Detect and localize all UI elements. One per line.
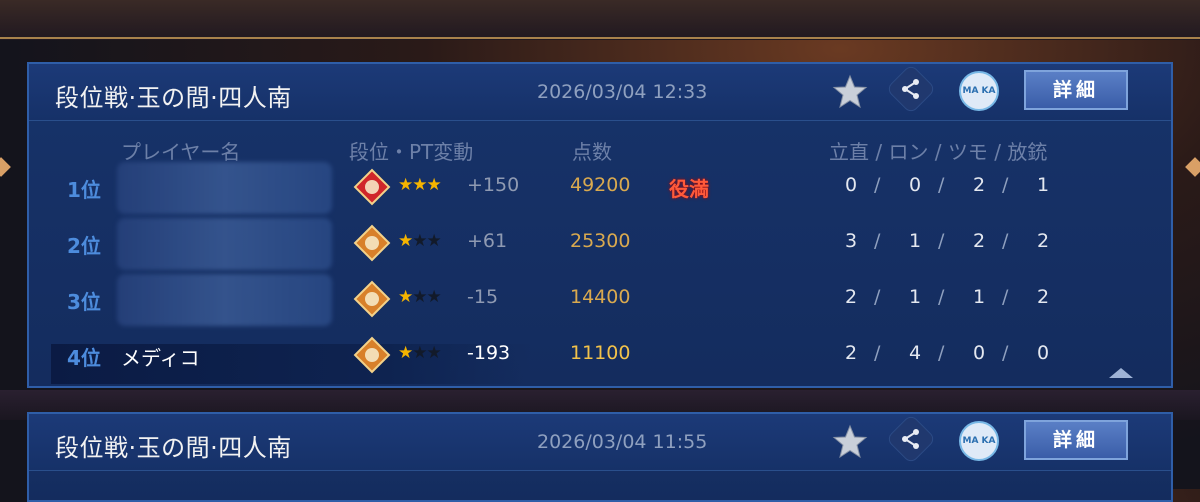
rank-label: 3位 — [67, 290, 101, 314]
decoration — [1185, 157, 1200, 177]
favorite-star-button[interactable] — [829, 421, 871, 463]
rank-stars: ★★★ — [398, 231, 442, 251]
rank-label: 4位 — [67, 346, 101, 370]
player-name-hidden — [117, 274, 332, 326]
rank-star-icon: ★ — [426, 343, 442, 363]
share-icon — [902, 79, 919, 99]
score: 11100 — [570, 342, 631, 364]
stat-deal_in: 2 — [1036, 286, 1050, 308]
rank-star-icon: ★ — [412, 231, 427, 251]
rank-star-icon: ★ — [412, 287, 427, 307]
match-datetime: 2026/03/04 11:55 — [537, 431, 708, 453]
yakuman-label: 役満 — [669, 177, 709, 201]
rank-star-icon: ★ — [412, 343, 427, 363]
maka-icon[interactable]: MA KA — [959, 421, 999, 461]
stat-separator: / — [938, 286, 945, 308]
column-rank-pt: 段位・PT変動 — [349, 140, 474, 164]
stat-riichi: 0 — [844, 174, 858, 196]
stat-riichi: 2 — [844, 286, 858, 308]
stat-deal_in: 1 — [1036, 174, 1050, 196]
rank-label: 1位 — [67, 178, 101, 202]
stat-riichi: 3 — [844, 230, 858, 252]
share-button[interactable] — [885, 63, 937, 115]
rank-stars: ★★★ — [398, 175, 442, 195]
stat-separator: / — [874, 174, 881, 196]
stat-ron: 0 — [908, 174, 922, 196]
result-row: 2位 ★★★ +61 25300 3 1 2 2// / — [29, 218, 1171, 270]
rank-star-icon: ★ — [412, 175, 427, 195]
rank-star-icon: ★ — [426, 175, 442, 195]
score: 14400 — [570, 286, 631, 308]
match-title: 段位戦·玉の間·四人南 — [55, 84, 292, 112]
maka-label: MA KA — [962, 85, 996, 96]
stat-separator: / — [874, 230, 881, 252]
rank-badge-icon — [353, 168, 391, 206]
column-stats: 立直 / ロン / ツモ / 放銃 — [829, 140, 1048, 164]
result-row: 3位 ★★★ -15 14400 2 1 1 2// / — [29, 274, 1171, 326]
result-row: 1位 ★★★ +150 49200 役満 0 0 2 1// / — [29, 162, 1171, 214]
detail-button[interactable]: 詳細 — [1024, 70, 1128, 110]
stat-deal_in: 2 — [1036, 230, 1050, 252]
rank-star-icon: ★ — [426, 231, 442, 251]
card-header: 段位戦·玉の間·四人南 2026/03/04 12:33 MA KA 詳細 — [29, 63, 1171, 121]
favorite-star-button[interactable] — [829, 71, 871, 113]
stat-tsumo: 0 — [972, 342, 986, 364]
stat-tsumo: 2 — [972, 230, 986, 252]
rank-star-icon: ★ — [398, 175, 413, 195]
rank-badge-icon — [353, 280, 391, 318]
player-name: メディコ — [121, 346, 200, 370]
rank-star-icon: ★ — [398, 287, 413, 307]
star-icon — [832, 424, 868, 459]
stat-separator: / — [1002, 286, 1009, 308]
column-player: プレイヤー名 — [121, 140, 241, 164]
background-top — [0, 0, 1200, 40]
stat-riichi: 2 — [844, 342, 858, 364]
stat-ron: 4 — [908, 342, 922, 364]
rank-stars: ★★★ — [398, 287, 442, 307]
stat-ron: 1 — [908, 286, 922, 308]
rank-badge-icon — [353, 336, 391, 374]
star-icon — [832, 74, 868, 109]
stat-tsumo: 2 — [972, 174, 986, 196]
score: 25300 — [570, 230, 631, 252]
player-name-hidden — [117, 162, 332, 214]
stat-separator: / — [938, 342, 945, 364]
pt-change: -193 — [467, 342, 511, 364]
card-header: 段位戦·玉の間·四人南 2026/03/04 11:55 MA KA 詳細 — [29, 413, 1171, 471]
score: 49200 — [570, 174, 631, 196]
match-card[interactable]: 段位戦·玉の間·四人南 2026/03/04 12:33 MA KA 詳細 プレ… — [27, 62, 1173, 388]
stat-separator: / — [1002, 174, 1009, 196]
decoration — [0, 157, 11, 177]
frame-border — [0, 37, 1200, 39]
share-button[interactable] — [885, 413, 937, 465]
maka-icon[interactable]: MA KA — [959, 71, 999, 111]
match-title: 段位戦·玉の間·四人南 — [55, 434, 292, 462]
share-icon — [902, 429, 919, 449]
stat-separator: / — [1002, 230, 1009, 252]
player-name-hidden — [117, 218, 332, 270]
pt-change: +61 — [467, 230, 508, 252]
detail-button[interactable]: 詳細 — [1024, 420, 1128, 460]
stat-deal_in: 0 — [1036, 342, 1050, 364]
match-datetime: 2026/03/04 12:33 — [537, 81, 708, 103]
maka-label: MA KA — [962, 435, 996, 446]
column-score: 点数 — [572, 140, 612, 164]
stat-tsumo: 1 — [972, 286, 986, 308]
stat-separator: / — [1002, 342, 1009, 364]
stat-separator: / — [874, 342, 881, 364]
rank-star-icon: ★ — [398, 231, 413, 251]
stat-separator: / — [938, 174, 945, 196]
rank-badge-icon — [353, 224, 391, 262]
pt-change: +150 — [467, 174, 520, 196]
rank-star-icon: ★ — [398, 343, 413, 363]
rank-star-icon: ★ — [426, 287, 442, 307]
stat-separator: / — [874, 286, 881, 308]
pt-change: -15 — [467, 286, 499, 308]
stat-separator: / — [938, 230, 945, 252]
rank-stars: ★★★ — [398, 343, 442, 363]
rank-label: 2位 — [67, 234, 101, 258]
collapse-icon[interactable] — [1109, 368, 1133, 378]
result-row: 4位 メディコ ★★★ -193 11100 2 4 0 0// / — [29, 330, 1171, 382]
stat-ron: 1 — [908, 230, 922, 252]
